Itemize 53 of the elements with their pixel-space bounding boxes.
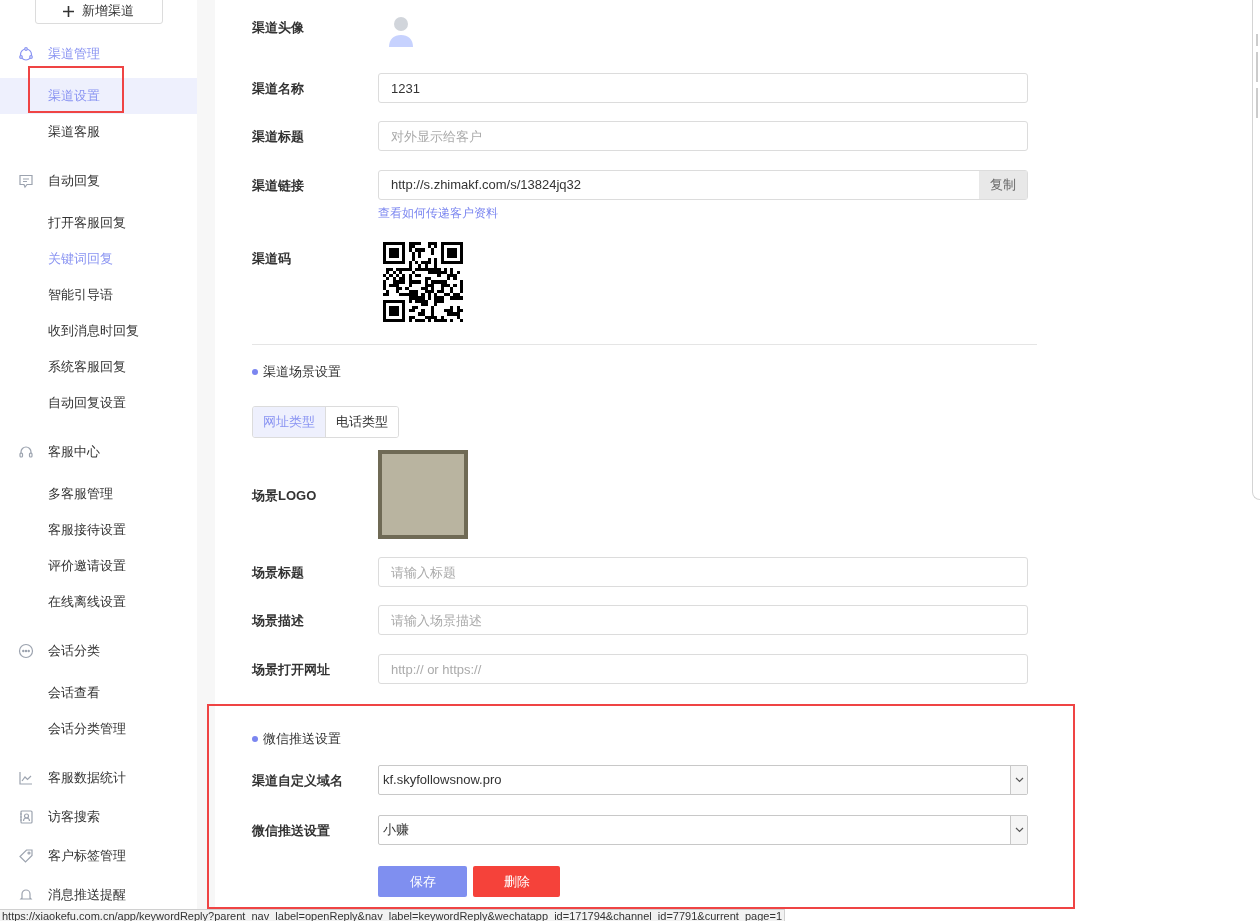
sidebar-group[interactable]: 客服中心 (48, 442, 100, 462)
input-field[interactable]: 请输入标题 (378, 557, 1028, 587)
caret-icon (1014, 777, 1024, 783)
sidebar-item[interactable]: 收到消息时回复 (48, 321, 139, 341)
new-channel-button[interactable]: 新增渠道 (34, 0, 163, 24)
field-label: 渠道名称 (252, 81, 304, 96)
field-label: 渠道码 (252, 251, 291, 266)
field-label: 渠道自定义域名 (252, 773, 343, 788)
sidebar-item[interactable]: 打开客服回复 (48, 213, 126, 233)
field-label: 场景描述 (252, 613, 304, 628)
input-field[interactable]: 1231 (378, 73, 1028, 103)
type-tab[interactable]: 电话类型 (325, 407, 398, 437)
sidebar-item[interactable]: 在线离线设置 (48, 592, 126, 612)
input-field[interactable]: 对外显示给客户 (378, 121, 1028, 151)
sidebar-item[interactable]: 会话分类管理 (48, 719, 126, 739)
input-field[interactable]: 请输入场景描述 (378, 605, 1028, 635)
field-label: 微信推送设置 (252, 823, 330, 838)
select-field[interactable]: kf.skyfollowsnow.pro (378, 765, 1028, 795)
sidebar-group[interactable]: 自动回复 (48, 171, 100, 191)
select-field[interactable]: 小赚 (378, 815, 1028, 845)
line-chart-icon (18, 770, 34, 786)
tag-icon (18, 848, 34, 864)
sidebar-group[interactable]: 会话分类 (48, 641, 100, 661)
plus-icon (63, 5, 74, 17)
bell-icon (18, 887, 34, 903)
caret-icon (1014, 827, 1024, 833)
sidebar-group[interactable]: 客户标签管理 (48, 846, 126, 866)
section-heading: 渠道场景设置 (263, 363, 341, 382)
sidebar-item[interactable]: 自动回复设置 (48, 393, 126, 413)
sidebar-group[interactable]: 访客搜索 (48, 807, 100, 827)
sidebar-item[interactable]: 智能引导语 (48, 285, 113, 305)
field-label: 渠道链接 (252, 178, 304, 193)
sidebar-item[interactable]: 评价邀请设置 (48, 556, 126, 576)
sidebar-item[interactable]: 多客服管理 (48, 484, 113, 504)
input-field[interactable]: http:// or https:// (378, 654, 1028, 684)
section-heading: 微信推送设置 (263, 730, 341, 749)
sidebar-item[interactable]: 客服接待设置 (48, 520, 126, 540)
sidebar-item[interactable]: 渠道客服 (48, 122, 100, 142)
delete-button[interactable]: 删除 (473, 866, 560, 897)
sidebar-item[interactable]: 系统客服回复 (48, 357, 126, 377)
field-label: 渠道标题 (252, 129, 304, 144)
field-label: 渠道头像 (252, 20, 304, 35)
sidebar-group[interactable]: 消息推送提醒 (48, 885, 126, 905)
sidebar-group[interactable]: 客服数据统计 (48, 768, 126, 788)
sidebar-item[interactable]: 会话查看 (48, 683, 100, 703)
contact-card-icon (18, 809, 34, 825)
chat-icon (18, 643, 34, 659)
field-label: 场景打开网址 (252, 662, 330, 677)
copy-button[interactable]: 复制 (979, 171, 1027, 199)
field-label: 场景标题 (252, 565, 304, 580)
message-icon (18, 173, 34, 189)
field-label: 场景LOGO (252, 487, 317, 503)
link-field[interactable]: http://s.zhimakf.com/s/13824jq32 复制 (378, 170, 1028, 200)
